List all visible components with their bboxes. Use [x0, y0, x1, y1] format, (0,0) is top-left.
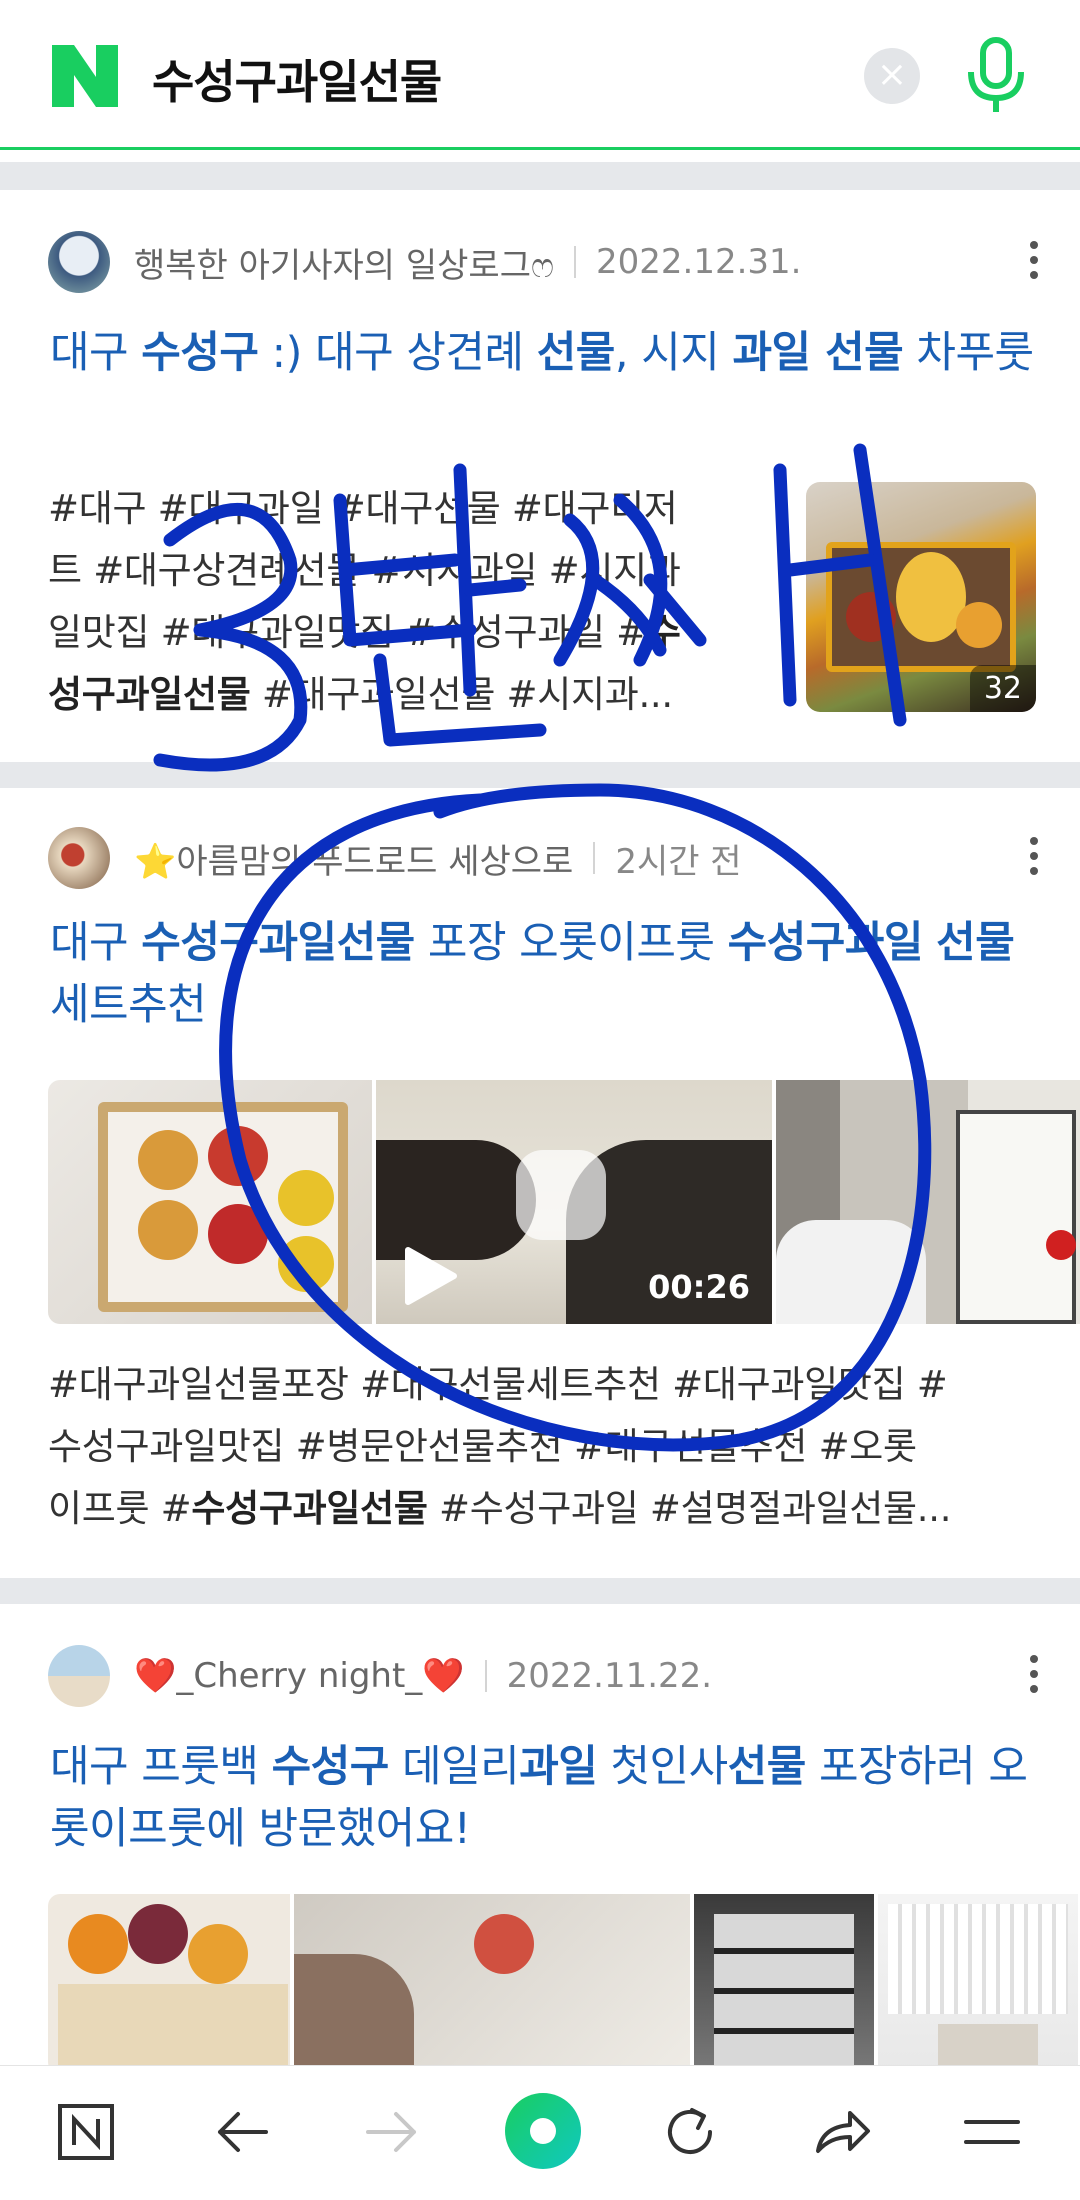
post-title[interactable]: 대구 수성구과일선물 포장 오롯이프룻 수성구과일 선물세트추천	[50, 912, 1040, 1036]
naver-logo-icon[interactable]	[52, 45, 118, 107]
description-line: 성구과일선물 #대구과일선물 #시지과...	[48, 664, 748, 726]
divider	[484, 1660, 487, 1692]
text-segment: 대구	[50, 328, 142, 378]
post-image[interactable]	[694, 1894, 874, 2074]
text-segment: 첫인사	[597, 1742, 728, 1792]
video-duration: 00:26	[648, 1268, 750, 1306]
more-options-icon[interactable]	[1024, 236, 1044, 288]
text-segment: 세트추천	[50, 980, 207, 1030]
menu-icon[interactable]	[954, 2094, 1030, 2170]
text-segment: 일맛집 #대구과일맛집 #수성구과일 #	[48, 611, 647, 654]
text-segment: #대구 #대구과일 #대구선물 #대구디저	[48, 487, 678, 530]
naver-home-icon[interactable]	[48, 2094, 124, 2170]
post-description: #대구 #대구과일 #대구선물 #대구디저트 #대구상견례선물 #시지과일 #시…	[48, 478, 748, 726]
text-segment: #대구과일선물포장 #대구선물세트추천 #대구과일맛집 #	[48, 1363, 948, 1406]
highlighted-keyword: 선물	[727, 1742, 807, 1792]
description-line: #대구과일선물포장 #대구선물세트추천 #대구과일맛집 #	[48, 1354, 1048, 1416]
avatar[interactable]	[48, 827, 110, 889]
text-segment: 트 #대구상견례선물 #시지과일 #시지과	[48, 549, 681, 592]
description-line: #대구 #대구과일 #대구선물 #대구디저	[48, 478, 748, 540]
highlighted-keyword: 과일	[519, 1742, 598, 1792]
post-image[interactable]	[48, 1080, 372, 1324]
post-date: 2022.12.31.	[596, 242, 802, 282]
text-segment: , 시지	[614, 328, 733, 378]
post-image[interactable]	[294, 1894, 690, 2074]
post-meta: 행복한 아기사자의 일상로그ෆ 2022.12.31.	[48, 230, 801, 294]
media-strip[interactable]: 00:26	[48, 1080, 1080, 1324]
post-image[interactable]	[878, 1894, 1078, 2074]
play-icon[interactable]	[402, 1246, 458, 1306]
image-count-badge: 32	[969, 665, 1036, 712]
media-strip[interactable]	[48, 1894, 1080, 2074]
post-title[interactable]: 대구 프룻백 수성구 데일리과일 첫인사선물 포장하러 오롯이프룻에 방문했어요…	[50, 1736, 1040, 1860]
blog-post-card[interactable]: 행복한 아기사자의 일상로그ෆ 2022.12.31. 대구 수성구 :) 대구…	[0, 190, 1080, 762]
refresh-icon[interactable]	[652, 2094, 728, 2170]
highlighted-keyword: 선물	[936, 918, 1015, 968]
description-line: 이프룻 #수성구과일선물 #수성구과일 #설명절과일선물...	[48, 1478, 1048, 1540]
share-icon[interactable]	[804, 2094, 880, 2170]
highlighted-keyword: 수성구과일선물	[141, 918, 415, 968]
description-line: 수성구과일맛집 #병문안선물추천 #대구선물추천 #오롯	[48, 1416, 1048, 1478]
divider	[593, 842, 596, 874]
highlighted-keyword: 수성구	[271, 1742, 390, 1792]
post-date: 2022.11.22.	[506, 1656, 713, 1696]
highlighted-keyword: 수성구과일선물	[191, 1487, 428, 1530]
text-segment: 데일리	[388, 1742, 520, 1792]
post-meta: ⭐아름맘의 푸드로드 세상으로 2시간 전	[48, 826, 742, 890]
search-bar: 수성구과일선물 ×	[0, 0, 1080, 150]
blog-post-card[interactable]: ❤️_Cherry night_❤️ 2022.11.22. 대구 프룻백 수성…	[0, 1604, 1080, 2074]
description-line: 일맛집 #대구과일맛집 #수성구과일 #수	[48, 602, 748, 664]
post-description: #대구과일선물포장 #대구선물세트추천 #대구과일맛집 # 수성구과일맛집 #병문…	[48, 1354, 1048, 1540]
highlighted-keyword: 수	[646, 611, 681, 654]
highlighted-keyword: 성구과일선물	[48, 673, 251, 716]
post-title[interactable]: 대구 수성구 :) 대구 상견례 선물, 시지 과일 선물 차푸룻	[50, 322, 1040, 384]
more-options-icon[interactable]	[1024, 1650, 1044, 1702]
post-image[interactable]	[776, 1080, 1080, 1324]
back-arrow-icon[interactable]	[204, 2094, 280, 2170]
highlighted-keyword: 수성구과일	[727, 918, 924, 968]
bottom-navigation-bar	[0, 2065, 1080, 2200]
description-line: 트 #대구상견례선물 #시지과일 #시지과	[48, 540, 748, 602]
text-segment: :) 대구 상견례	[258, 328, 537, 378]
text-segment: 이프룻 #	[48, 1487, 192, 1530]
clear-search-button[interactable]: ×	[864, 48, 920, 104]
text-segment: 수성구과일맛집 #병문안선물추천 #대구선물추천 #오롯	[48, 1425, 917, 1468]
post-thumbnail[interactable]: 32	[806, 482, 1036, 712]
green-dot-icon[interactable]	[498, 2086, 588, 2176]
text-segment: #수성구과일 #설명절과일선물...	[427, 1487, 952, 1530]
section-divider	[0, 762, 1080, 788]
post-date: 2시간 전	[615, 841, 742, 882]
avatar[interactable]	[48, 1645, 110, 1707]
search-input[interactable]: 수성구과일선물	[152, 46, 442, 112]
highlighted-keyword: 선물	[536, 328, 616, 378]
author-name[interactable]: 행복한 아기사자의 일상로그ෆ	[134, 238, 554, 287]
text-segment: 대구 프룻백	[50, 1742, 272, 1792]
text-segment: 차푸룻	[903, 328, 1034, 378]
forward-arrow-icon	[354, 2094, 430, 2170]
post-image[interactable]	[48, 1894, 290, 2074]
author-name[interactable]: ⭐아름맘의 푸드로드 세상으로	[134, 834, 573, 883]
highlighted-keyword: 수성구	[141, 328, 259, 378]
section-divider	[0, 162, 1080, 190]
author-name[interactable]: ❤️_Cherry night_❤️	[134, 1656, 465, 1696]
text-segment: 대구	[50, 918, 142, 968]
section-divider	[0, 1578, 1080, 1604]
blog-post-card[interactable]: ⭐아름맘의 푸드로드 세상으로 2시간 전 대구 수성구과일선물 포장 오롯이프…	[0, 788, 1080, 1578]
text-segment: #대구과일선물 #시지과...	[250, 673, 673, 716]
post-meta: ❤️_Cherry night_❤️ 2022.11.22.	[48, 1644, 712, 1708]
divider	[574, 246, 576, 278]
text-segment	[923, 918, 936, 968]
avatar[interactable]	[48, 231, 110, 293]
more-options-icon[interactable]	[1024, 832, 1044, 884]
highlighted-keyword: 과일 선물	[732, 328, 904, 378]
close-icon: ×	[876, 54, 908, 95]
post-video[interactable]: 00:26	[376, 1080, 772, 1324]
text-segment: 포장 오롯이프룻	[414, 918, 728, 968]
microphone-icon[interactable]	[965, 36, 1027, 116]
